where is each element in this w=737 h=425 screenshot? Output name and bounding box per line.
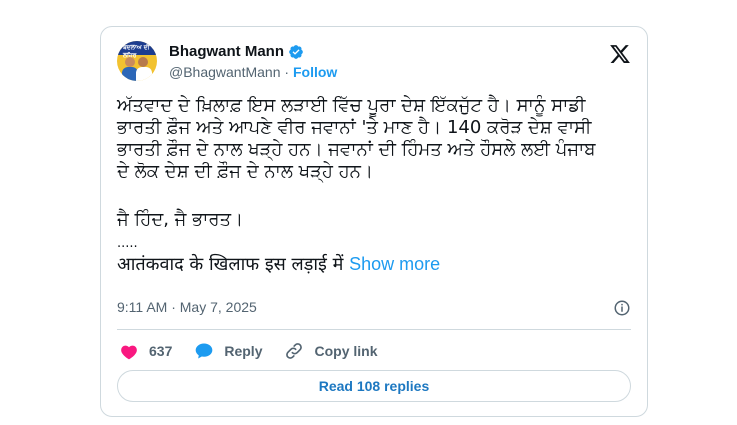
author-handle[interactable]: @BhagwantMann [169,64,281,80]
heart-icon [121,345,137,360]
tweet-line: ਭਾਰਤੀ ਫ਼ੌਜ ਦੇ ਨਾਲ ਖੜ੍ਹੇ ਹਨ। ਜਵਾਨਾਂ ਦੀ ਹਿ… [117,139,596,160]
avatar-figure [138,57,148,67]
avatar-figure-body [136,67,152,81]
tweet-line: ਅੱਤਵਾਦ ਦੇ ਖ਼ਿਲਾਫ਼ ਇਸ ਲੜਾਈ ਵਿੱਚ ਪੂਰਾ ਦੇਸ਼… [117,95,586,116]
tweet-line: ਭਾਰਤੀ ਫ਼ੌਜ ਅਤੇ ਆਪਣੇ ਵੀਰ ਜਵਾਨਾਂ 'ਤੇ ਮਾਣ ਹ… [117,117,592,138]
reply-bubble-icon [196,343,213,359]
tweet-hindi-line: आतंकवाद के खिलाफ इस लड़ाई में Show more [117,253,627,276]
follow-button[interactable]: Follow [293,64,337,80]
copy-link-button[interactable]: Copy link [284,341,378,361]
name-row: Bhagwant Mann [169,43,304,60]
separator-dot: · [284,64,290,80]
tweet-text: ਅੱਤਵਾਦ ਦੇ ਖ਼ਿਲਾਫ਼ ਇਸ ਲੜਾਈ ਵਿੱਚ ਪੂਰਾ ਦੇਸ਼… [117,95,627,276]
tweet-ellipsis: ..... [117,236,138,251]
copy-link-label: Copy link [314,343,378,359]
tweet-card[interactable]: ਬਦਲਾਅ ਦੀ ਲਹਿਰ Bhagwant Mann @BhagwantMan… [100,26,648,417]
tweet-hindi-preview: आतंकवाद के खिलाफ इस लड़ाई में [117,254,350,275]
reply-label: Reply [224,343,263,359]
tweet-line: ਦੇ ਲੋਕ ਦੇਸ਼ ਦੀ ਫ਼ੌਜ ਦੇ ਨਾਲ ਖੜ੍ਹੇ ਹਨ। [117,161,374,182]
like-button[interactable]: 637 [119,341,172,361]
tweet-header: ਬਦਲਾਅ ਦੀ ਲਹਿਰ Bhagwant Mann @BhagwantMan… [117,41,631,85]
link-icon [286,343,303,359]
tweet-timestamp[interactable]: 9:11 AM · May 7, 2025 [117,299,257,315]
tweet-slogan: ਜੈ ਹਿੰਦ, ਜੈ ਭਾਰਤ। [117,209,244,230]
reply-button[interactable]: Reply [194,341,262,361]
tweet-meta: 9:11 AM · May 7, 2025 [117,299,631,319]
like-count: 637 [149,343,173,359]
divider [117,329,631,330]
verified-badge-icon [289,44,303,59]
x-logo-icon[interactable] [609,43,631,65]
handle-row: @BhagwantMann · Follow [169,64,337,80]
action-bar: 637 Reply Copy link [119,341,400,361]
info-icon[interactable] [613,299,631,317]
read-replies-button[interactable]: Read 108 replies [117,370,631,402]
avatar-figure [125,57,135,67]
author-display-name[interactable]: Bhagwant Mann [169,43,284,60]
show-more-link[interactable]: Show more [349,254,440,274]
avatar[interactable]: ਬਦਲਾਅ ਦੀ ਲਹਿਰ [117,41,157,81]
